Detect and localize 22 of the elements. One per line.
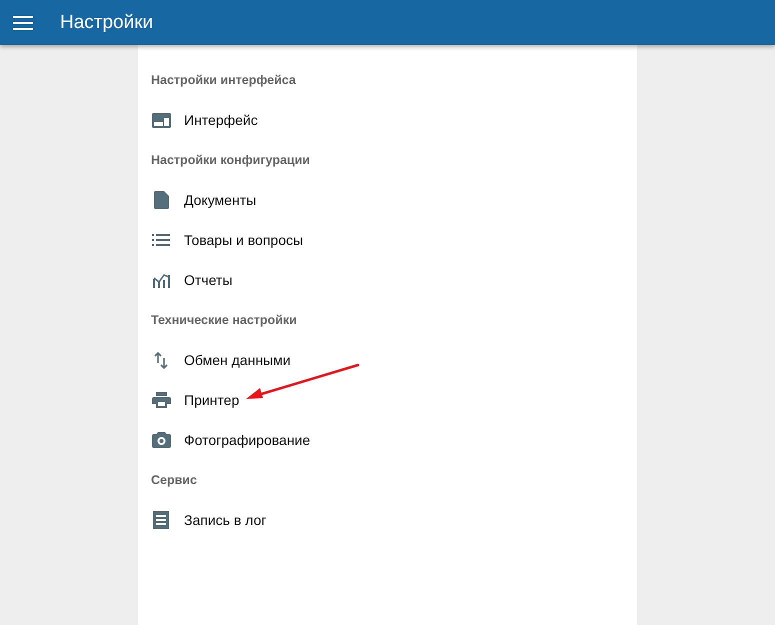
chart-icon (152, 272, 170, 288)
section-title: Технические настройки (151, 313, 297, 327)
printer-icon (152, 392, 170, 408)
settings-item[interactable]: Интерфейс (138, 100, 637, 140)
section-title: Сервис (151, 473, 197, 487)
settings-item[interactable]: Документы (138, 180, 637, 220)
settings-item[interactable]: Принтер (138, 380, 637, 420)
settings-item[interactable]: Запись в лог (138, 500, 637, 540)
notes-icon (153, 511, 169, 529)
section-title: Настройки интерфейса (151, 73, 296, 87)
app-title: Настройки (60, 12, 154, 34)
settings-item[interactable]: Фотографирование (138, 420, 637, 460)
menu-icon[interactable] (13, 14, 33, 30)
window-icon (152, 112, 170, 128)
settings-item[interactable]: Обмен данными (138, 340, 637, 380)
swap-vertical-icon (154, 352, 168, 368)
list-icon (152, 234, 170, 246)
camera-icon (152, 432, 170, 448)
settings-item[interactable]: Отчеты (138, 260, 637, 300)
section-title: Настройки конфигурации (151, 153, 310, 167)
settings-item[interactable]: Товары и вопросы (138, 220, 637, 260)
document-icon (154, 191, 168, 209)
